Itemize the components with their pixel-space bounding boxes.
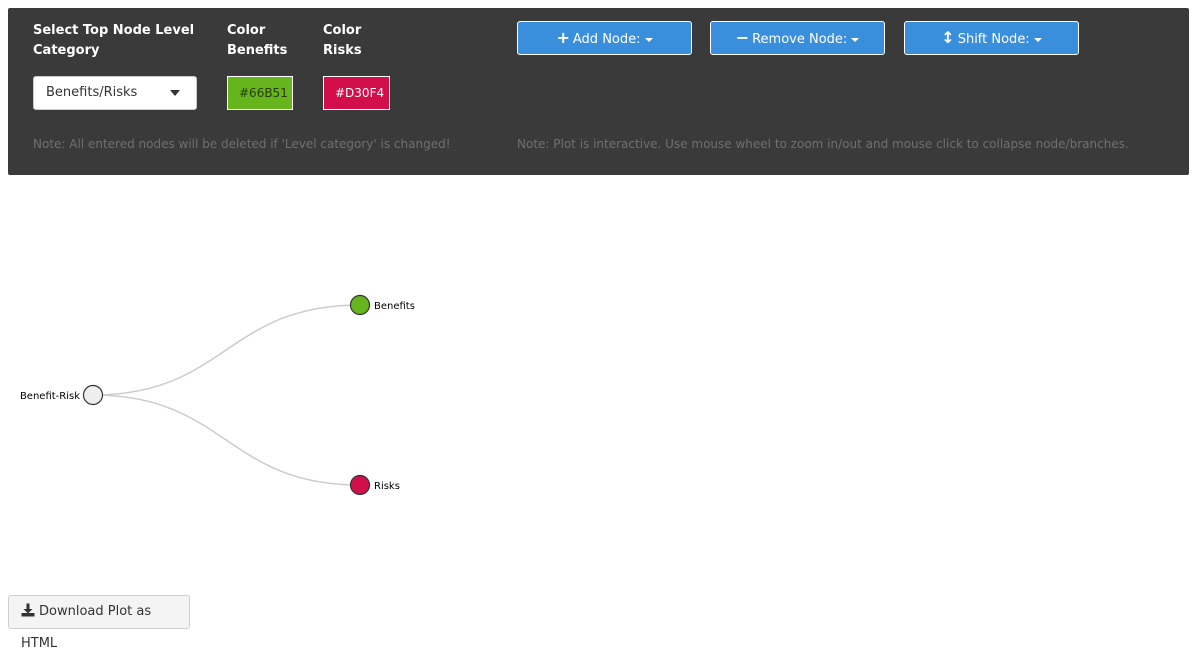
color-risks-input[interactable]: #D30F4 (323, 76, 390, 110)
add-node-label: Add Node: (572, 32, 641, 47)
tree-node-risks[interactable] (349, 474, 371, 496)
tree-link-benefits (92, 304, 361, 396)
download-plot-button[interactable]: Download Plot as HTML (8, 595, 190, 651)
color-benefits-input[interactable]: #66B51 (227, 76, 293, 110)
tree-link-risks (92, 394, 361, 486)
plot-interactive-note: Note: Plot is interactive. Use mouse whe… (517, 137, 1129, 151)
add-node-button[interactable]: + Add Node: (517, 21, 692, 55)
top-level-label: Select Top Node Level Category (33, 23, 195, 58)
tree-plot[interactable]: Benefit-Risk Benefits Risks (0, 180, 500, 580)
remove-node-button[interactable]: − Remove Node: (710, 21, 885, 55)
tree-node-root-label: Benefit-Risk (20, 391, 80, 402)
top-level-select-value: Benefits/Risks (46, 85, 138, 100)
tree-node-benefits[interactable] (349, 294, 371, 316)
remove-node-label: Remove Node: (752, 32, 848, 47)
plus-icon: + (556, 28, 570, 47)
level-category-note: Note: All entered nodes will be deleted … (33, 137, 451, 151)
tree-node-root[interactable] (82, 384, 104, 406)
tree-node-benefits-label: Benefits (374, 301, 415, 312)
download-plot-label: Download Plot as HTML (21, 604, 152, 651)
top-level-select[interactable]: Benefits/Risks (33, 76, 197, 110)
color-benefits-label: Color Benefits (227, 23, 288, 58)
tree-node-risks-label: Risks (374, 481, 400, 492)
minus-icon: − (735, 28, 750, 47)
caret-down-icon (1033, 37, 1042, 42)
shift-node-button[interactable]: ↕ Shift Node: (904, 21, 1079, 55)
caret-down-icon (851, 37, 860, 42)
caret-down-icon (170, 90, 180, 96)
color-risks-label: Color Risks (323, 23, 362, 58)
shift-node-label: Shift Node: (957, 32, 1030, 47)
download-icon (21, 603, 35, 617)
vertical-arrows-icon: ↕ (941, 28, 955, 47)
control-panel: Select Top Node Level Category Color Ben… (8, 8, 1189, 175)
caret-down-icon (644, 37, 653, 42)
